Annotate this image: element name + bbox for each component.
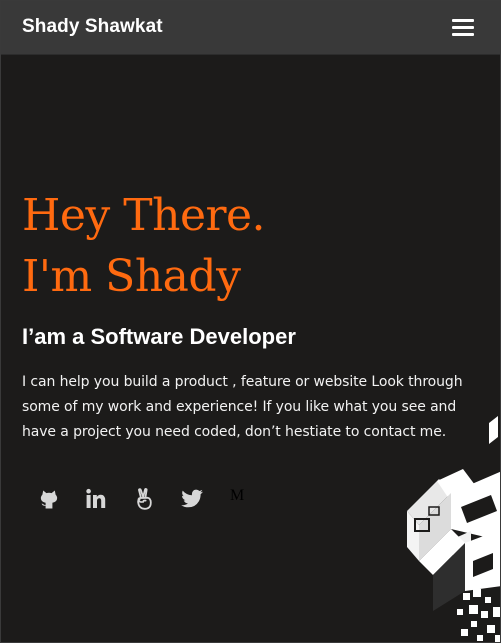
hero-title: Hey There. I'm Shady bbox=[22, 185, 266, 307]
hamburger-menu-icon[interactable] bbox=[452, 17, 476, 39]
github-icon[interactable] bbox=[37, 487, 61, 511]
decorative-shapes bbox=[407, 416, 500, 642]
page: Shady Shawkat Hey There. I'm Shady I’am … bbox=[0, 0, 501, 643]
hero-subtitle: I’am a Software Developer bbox=[22, 324, 296, 349]
medium-icon[interactable]: M bbox=[230, 487, 254, 511]
angellist-icon[interactable] bbox=[133, 487, 157, 511]
brand-logo-link[interactable]: Shady Shawkat bbox=[22, 16, 163, 38]
hero-title-line-2: I'm Shady bbox=[22, 251, 241, 302]
hero-title-line-1: Hey There. bbox=[22, 190, 266, 241]
linkedin-icon[interactable] bbox=[84, 487, 108, 511]
navbar: Shady Shawkat bbox=[1, 1, 500, 55]
twitter-icon[interactable] bbox=[180, 487, 204, 511]
